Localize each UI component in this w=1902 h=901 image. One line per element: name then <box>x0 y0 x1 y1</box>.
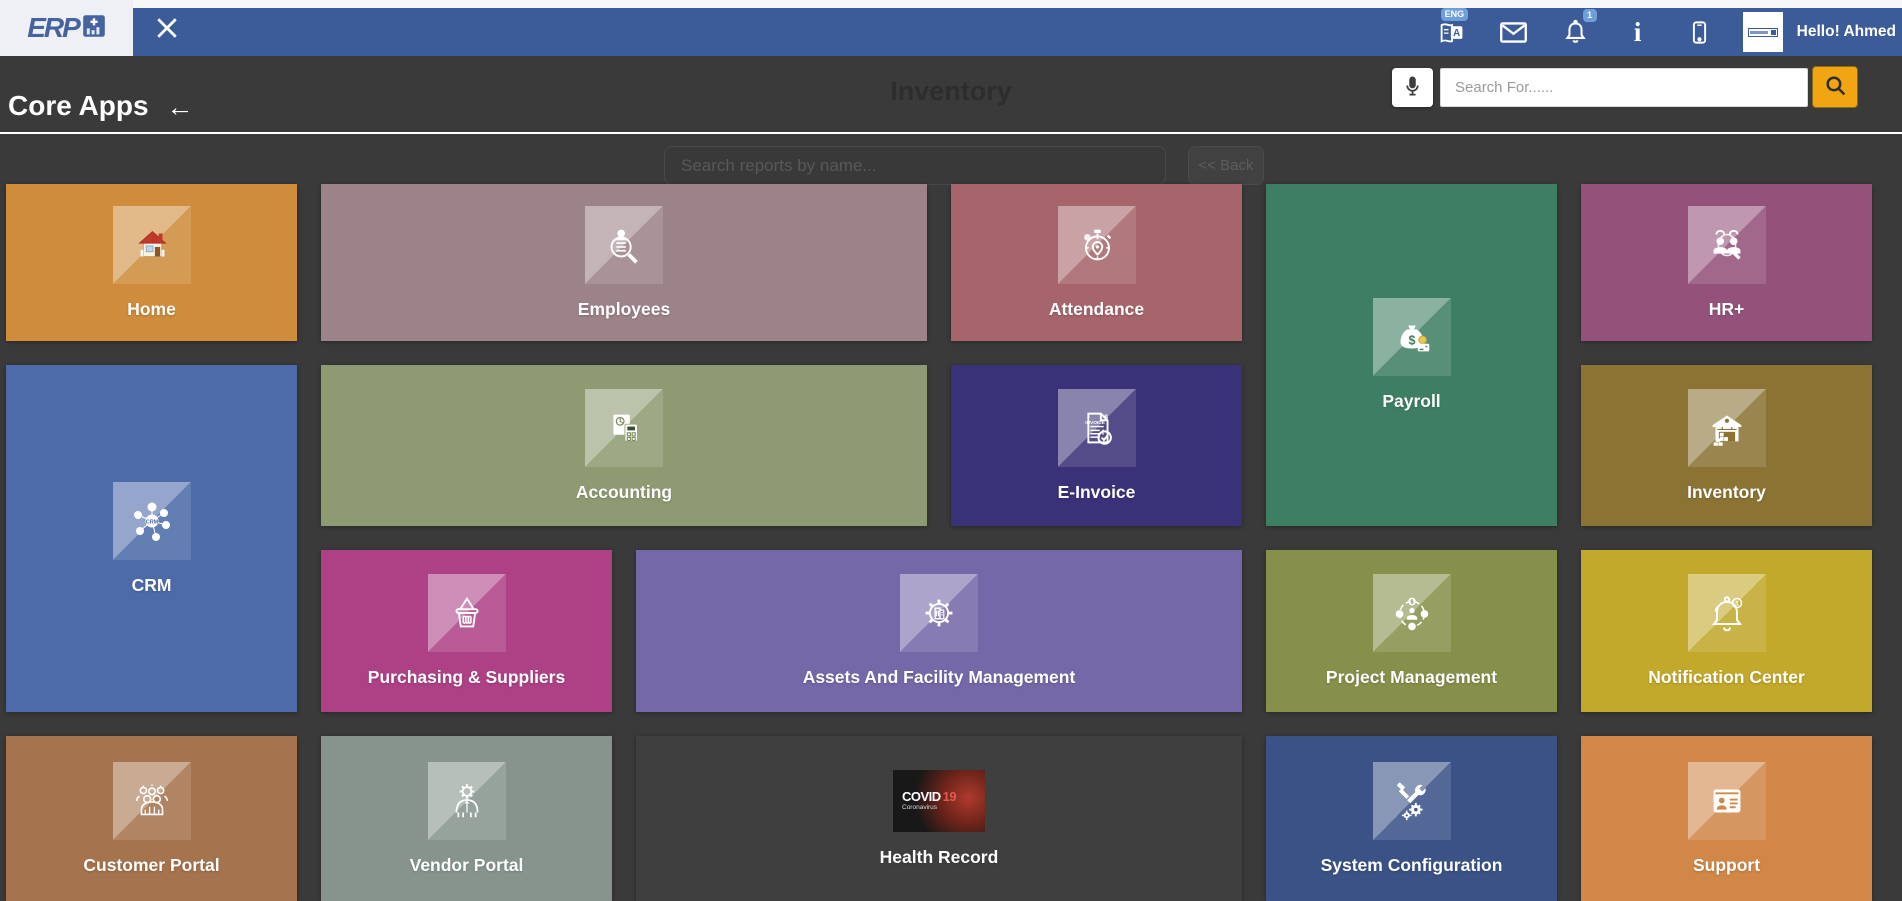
tile-purchasing-suppliers[interactable]: Purchasing & Suppliers <box>321 550 612 712</box>
info-icon[interactable]: i <box>1621 15 1655 49</box>
customer-group-icon <box>113 762 191 840</box>
company-logo-mark <box>1748 28 1778 37</box>
background-back-button: << Back <box>1188 146 1264 185</box>
tile-notification-center[interactable]: 1 Notification Center <box>1581 550 1872 712</box>
close-icon[interactable] <box>150 12 184 44</box>
tile-assets-and-facility-management[interactable]: Assets And Facility Management <box>636 550 1242 712</box>
tile-label: Accounting <box>566 482 682 503</box>
notification-bell-icon: 1 <box>1688 574 1766 652</box>
calculator-icon <box>585 389 663 467</box>
tile-label: Vendor Portal <box>400 855 534 876</box>
title-underline <box>0 132 1902 134</box>
tile-label: Attendance <box>1039 299 1154 320</box>
invoice-icon: INVOICE$ <box>1058 389 1136 467</box>
tile-payroll[interactable]: $ Payroll <box>1266 184 1557 526</box>
tile-label: Notification Center <box>1638 667 1815 688</box>
tile-attendance[interactable]: Attendance <box>951 184 1242 341</box>
page-title-text: Core Apps <box>8 90 149 122</box>
tile-label: Home <box>117 299 186 320</box>
svg-text:A: A <box>1453 28 1460 39</box>
tile-label: Employees <box>568 299 680 320</box>
employee-search-icon <box>585 206 663 284</box>
tile-label: CRM <box>122 575 182 596</box>
tile-system-configuration[interactable]: System Configuration <box>1266 736 1557 901</box>
svg-text:CRM: CRM <box>145 519 158 525</box>
gear-building-icon <box>900 574 978 652</box>
tiles-grid: HomeEmployeesAttendance$PayrollHR+CRMCRM… <box>6 184 1872 901</box>
language-icon[interactable]: A ENG <box>1435 15 1469 49</box>
tile-label: E-Invoice <box>1048 482 1146 503</box>
tile-label: System Configuration <box>1311 855 1513 876</box>
top-strip <box>0 0 1902 8</box>
tile-label: HR+ <box>1699 299 1755 320</box>
tile-label: Support <box>1683 855 1770 876</box>
vendor-gear-person-icon <box>428 762 506 840</box>
basket-icon <box>428 574 506 652</box>
topbar-actions: A ENG 1 i Hello! Ahmed <box>1407 8 1896 56</box>
voice-search-button[interactable] <box>1392 68 1433 107</box>
tile-label: Inventory <box>1677 482 1776 503</box>
tile-crm[interactable]: CRM CRM <box>6 365 297 712</box>
language-badge: ENG <box>1441 8 1469 21</box>
covid-image: COVID19Coronavirus <box>893 770 985 832</box>
contact-card-icon <box>1688 762 1766 840</box>
mail-icon[interactable] <box>1497 15 1531 49</box>
tile-customer-portal[interactable]: Customer Portal <box>6 736 297 901</box>
app-logo-text: ERP <box>27 12 79 44</box>
notification-count-badge: 1 <box>1583 9 1597 22</box>
svg-text:1: 1 <box>1735 601 1739 608</box>
back-arrow-icon[interactable]: ← <box>167 92 194 121</box>
tile-label: Project Management <box>1316 667 1507 688</box>
tile-e-invoice[interactable]: INVOICE$ E-Invoice <box>951 365 1242 526</box>
search-icon <box>1823 73 1848 101</box>
tile-support[interactable]: Support <box>1581 736 1872 901</box>
search-button[interactable] <box>1812 66 1858 108</box>
home-icon <box>113 206 191 284</box>
warehouse-icon <box>1688 389 1766 467</box>
mobile-icon[interactable] <box>1683 15 1717 49</box>
microphone-icon <box>1401 75 1424 101</box>
svg-text:INVOICE: INVOICE <box>1085 420 1105 426</box>
tile-inventory[interactable]: Inventory <box>1581 365 1872 526</box>
svg-text:$: $ <box>1104 413 1108 420</box>
tile-project-management[interactable]: $ Project Management <box>1266 550 1557 712</box>
tile-vendor-portal[interactable]: Vendor Portal <box>321 736 612 901</box>
tile-accounting[interactable]: Accounting <box>321 365 927 526</box>
tile-health-record[interactable]: COVID19Coronavirus Health Record <box>636 736 1242 901</box>
money-bag-icon: $ <box>1373 298 1451 376</box>
notifications-bell-icon[interactable]: 1 <box>1559 15 1593 49</box>
stopwatch-icon <box>1058 206 1136 284</box>
search-input[interactable] <box>1440 68 1808 107</box>
company-logo[interactable] <box>1743 12 1783 52</box>
app-logo-mark-icon <box>82 14 106 43</box>
hr-people-icon <box>1688 206 1766 284</box>
tile-home[interactable]: Home <box>6 184 297 341</box>
tile-label: Purchasing & Suppliers <box>358 667 575 688</box>
user-greeting[interactable]: Hello! Ahmed <box>1797 23 1896 41</box>
tools-icon <box>1373 762 1451 840</box>
tile-label: Customer Portal <box>73 855 229 876</box>
page-title: Core Apps ← <box>8 90 194 122</box>
crm-network-icon: CRM <box>113 482 191 560</box>
tile-employees[interactable]: Employees <box>321 184 927 341</box>
tile-label: Health Record <box>870 847 1009 868</box>
tile-label: Payroll <box>1372 391 1450 412</box>
tile-hr[interactable]: HR+ <box>1581 184 1872 341</box>
background-search-input: Search reports by name... <box>664 146 1166 185</box>
app-logo[interactable]: ERP <box>0 0 133 56</box>
tile-label: Assets And Facility Management <box>793 667 1086 688</box>
project-cycle-icon: $ <box>1373 574 1451 652</box>
covid19-image: COVID19Coronavirus <box>893 770 985 832</box>
svg-text:$: $ <box>1408 334 1415 348</box>
